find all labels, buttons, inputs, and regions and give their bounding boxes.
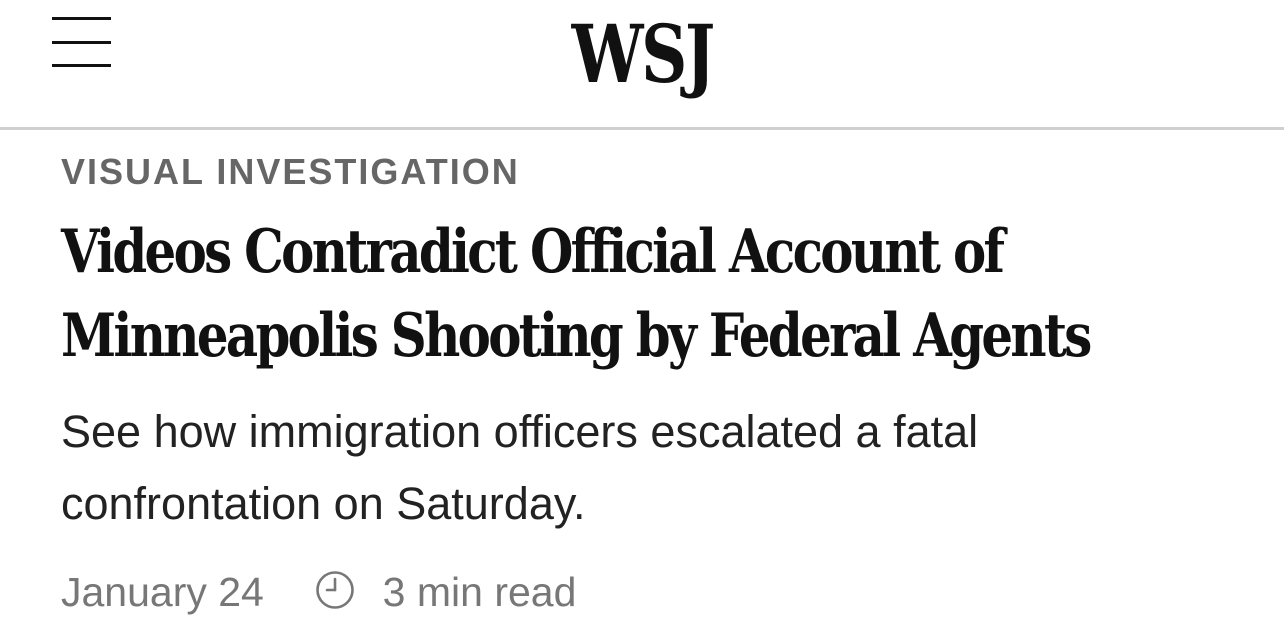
logo-container: WSJ [0, 6, 1284, 102]
article-meta: January 24 3 min read [61, 563, 576, 615]
publish-date: January 24 [61, 569, 264, 616]
article-headline: Videos Contradict Official Account of Mi… [61, 210, 1271, 378]
dek-line: See how immigration officers escalated a… [61, 406, 979, 457]
wsj-logo[interactable]: WSJ [571, 6, 715, 102]
hamburger-menu-icon-line [52, 41, 111, 44]
article-dek: See how immigration officers escalated a… [61, 396, 1261, 540]
hamburger-menu-icon-line [52, 64, 111, 67]
hamburger-menu-icon-line [52, 17, 111, 20]
top-bar: WSJ [0, 0, 1284, 130]
dek-line: confrontation on Saturday. [61, 478, 586, 529]
article-kicker[interactable]: VISUAL INVESTIGATION [61, 150, 520, 194]
headline-line: Videos Contradict Official Account of [61, 217, 1005, 287]
headline-line: Minneapolis Shooting by Federal Agents [61, 301, 1092, 371]
clock-icon [315, 570, 355, 610]
read-time: 3 min read [382, 569, 577, 616]
hamburger-menu-button[interactable] [44, 10, 120, 74]
